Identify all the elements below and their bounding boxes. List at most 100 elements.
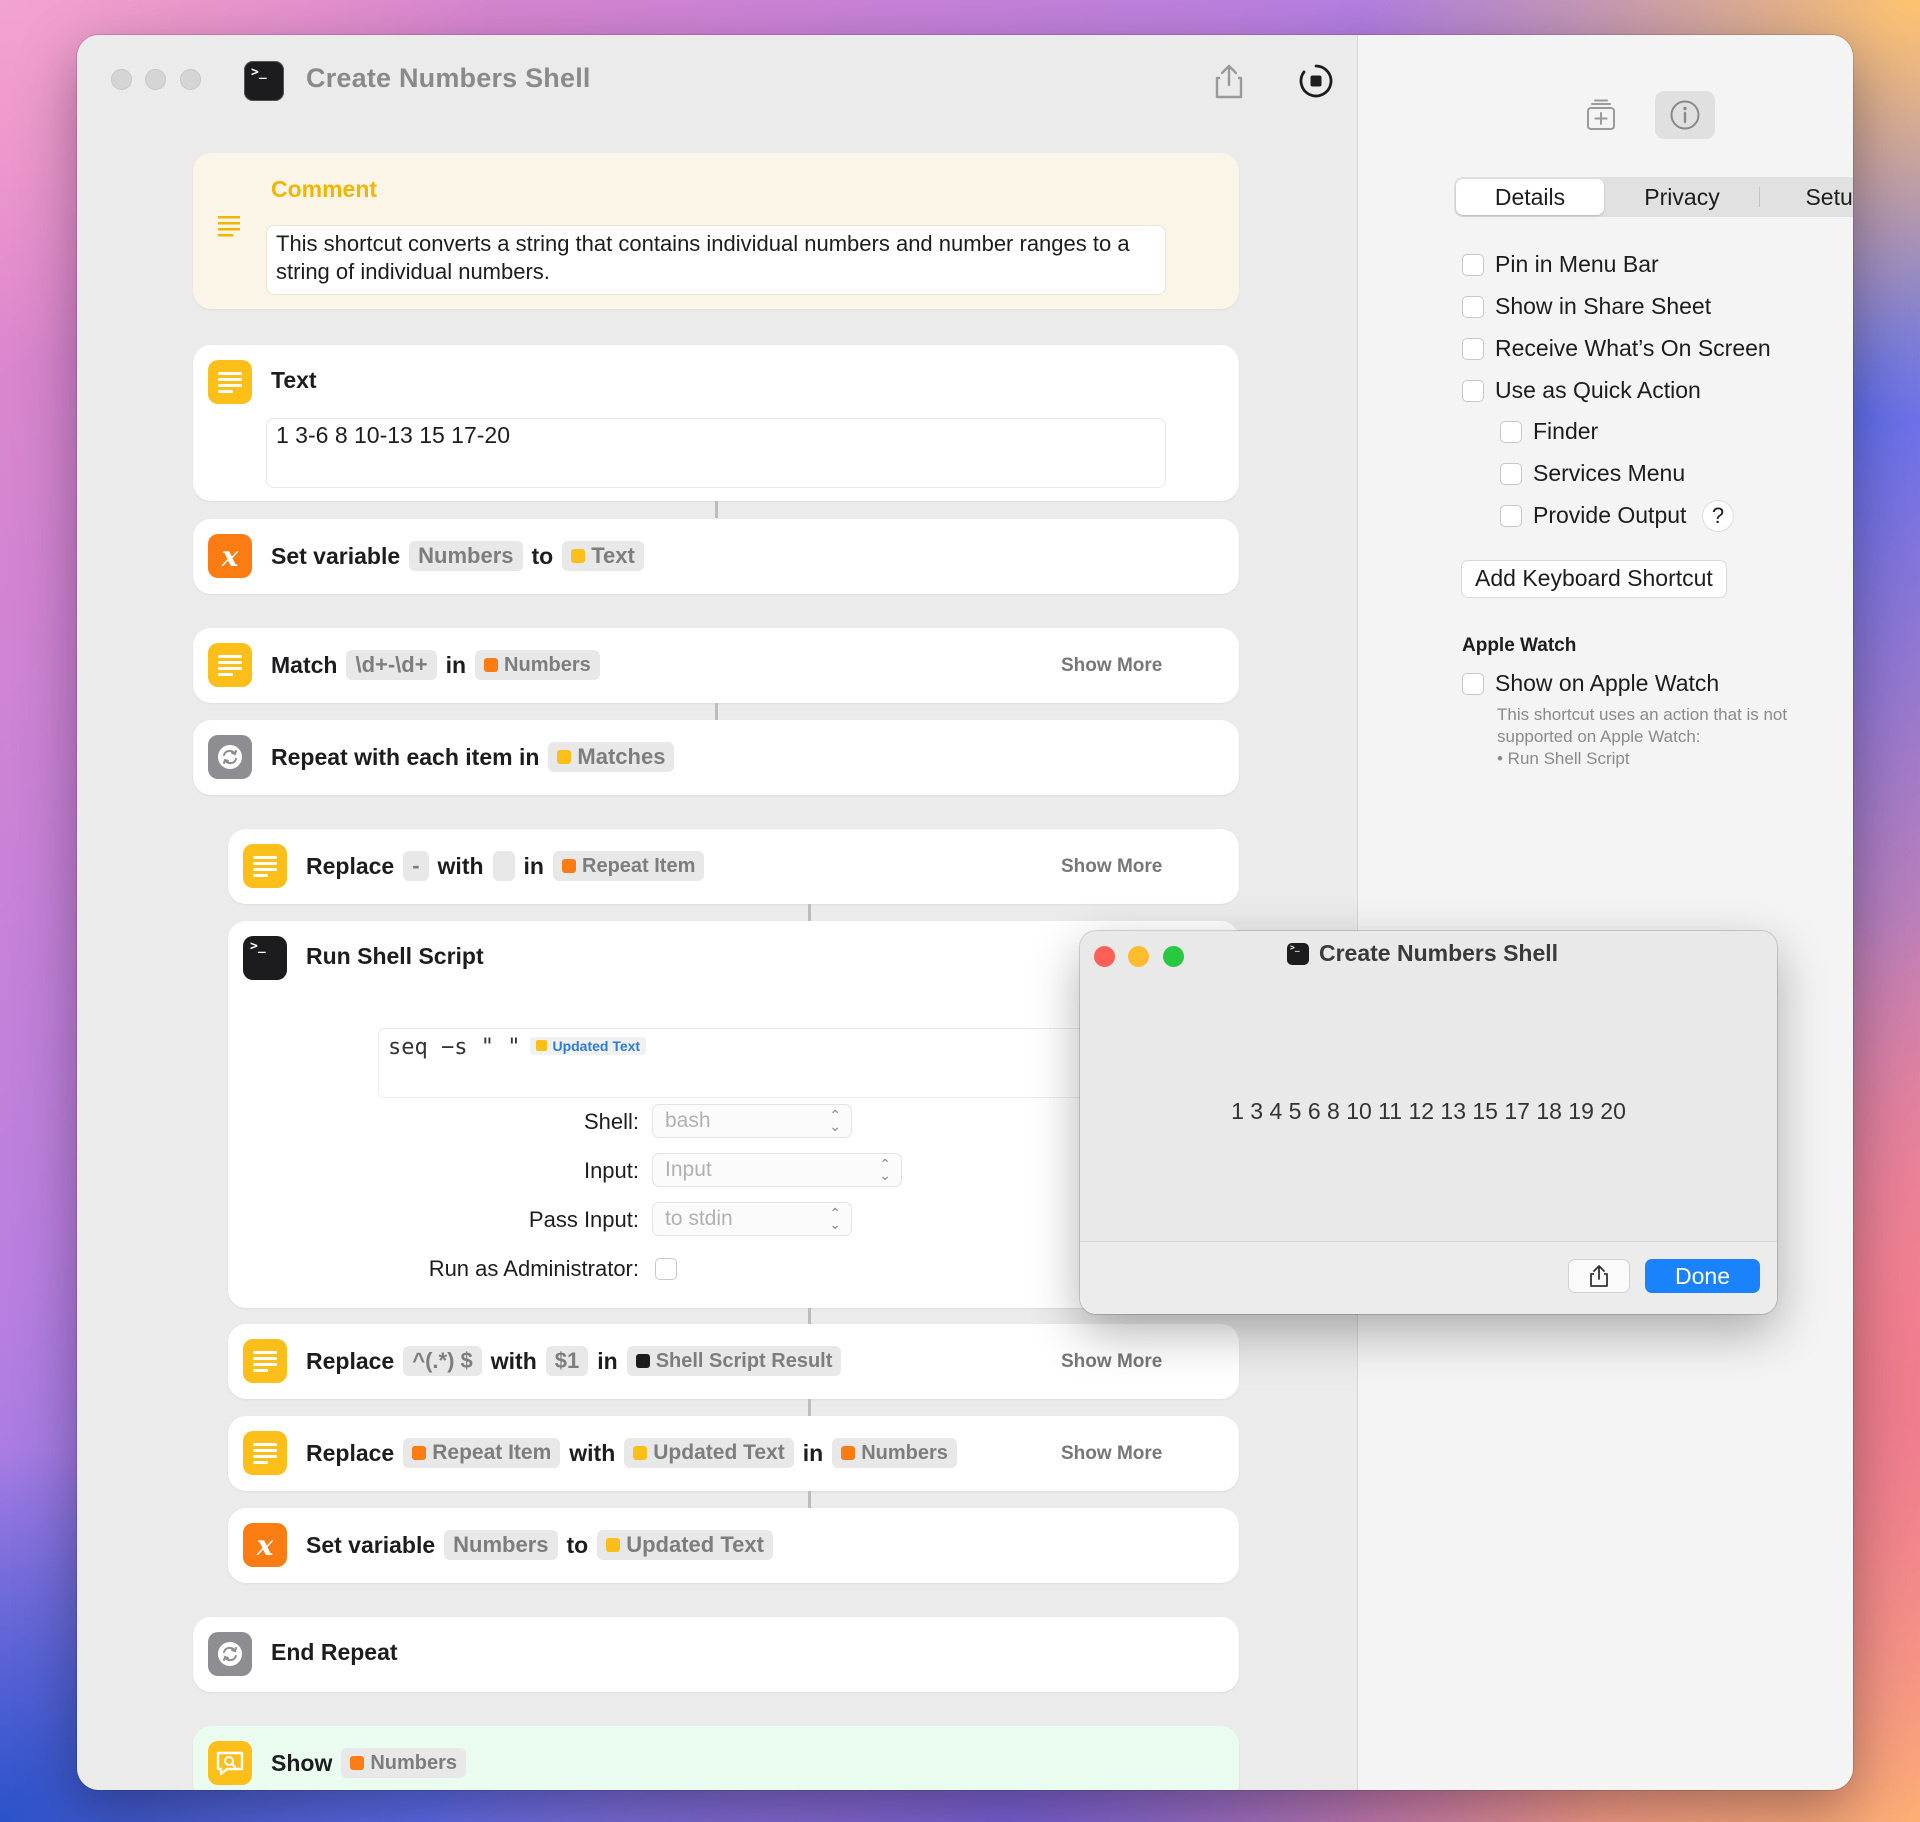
info-button[interactable]	[1655, 91, 1715, 139]
in-label: in	[597, 1347, 618, 1374]
text-token-icon	[571, 549, 586, 563]
tab-privacy[interactable]: Privacy	[1607, 179, 1757, 215]
apple-watch-label: Show on Apple Watch	[1495, 670, 1720, 696]
pass-input-label: Pass Input:	[528, 1207, 639, 1232]
pass-input-popup[interactable]: to stdin ⌃ ⌄	[652, 1202, 852, 1236]
provide-output-checkbox[interactable]	[1500, 505, 1522, 527]
show-more-button[interactable]: Show More	[1061, 856, 1162, 878]
set-variable-label: Set variable	[306, 1531, 436, 1558]
token-label: Repeat Item	[432, 1441, 552, 1464]
token-label: Repeat Item	[582, 854, 696, 877]
tab-details[interactable]: Details	[1456, 179, 1604, 215]
receive-screen-checkbox[interactable]	[1462, 338, 1484, 360]
stop-icon	[1299, 64, 1333, 98]
find-token[interactable]: ^(.*) $	[403, 1346, 482, 1376]
variable-icon: x	[208, 534, 252, 578]
help-button[interactable]: ?	[1703, 501, 1733, 531]
input-value: Input	[665, 1158, 712, 1181]
stop-button[interactable]	[1298, 63, 1334, 105]
show-more-button[interactable]: Show More	[1061, 1443, 1162, 1465]
tab-setup[interactable]: Setup	[1762, 179, 1853, 215]
find-token[interactable]: -	[403, 851, 429, 881]
apple-watch-note: • Run Shell Script	[1497, 749, 1630, 768]
show-more-button[interactable]: Show More	[1061, 1351, 1162, 1373]
numbers-variable-token[interactable]: Numbers	[832, 1438, 957, 1468]
variable-name-token[interactable]: Numbers	[444, 1530, 558, 1560]
shell-result-token[interactable]: Shell Script Result	[626, 1346, 842, 1376]
connector	[808, 1308, 811, 1324]
text-icon	[243, 1339, 287, 1383]
connector	[808, 904, 811, 921]
text-action-title: Text	[271, 367, 317, 393]
repeat-item-token[interactable]: Repeat Item	[403, 1438, 561, 1468]
admin-label: Run as Administrator:	[428, 1256, 639, 1281]
zoom-button[interactable]	[1163, 946, 1184, 967]
comment-icon	[218, 215, 242, 242]
input-label: Input:	[583, 1158, 639, 1183]
zoom-button[interactable]	[180, 69, 201, 90]
share-button[interactable]	[1214, 63, 1244, 105]
text-variable-token[interactable]: Text	[562, 541, 644, 571]
token-label: Updated Text	[626, 1532, 764, 1557]
share-button[interactable]	[1568, 1259, 1630, 1293]
input-popup[interactable]: Input ⌃ ⌄	[652, 1153, 902, 1187]
updated-text-token[interactable]: Updated Text	[530, 1036, 647, 1055]
text-value-field[interactable]: 1 3-6 8 10-13 15 17-20	[266, 418, 1166, 488]
end-repeat-label: End Repeat	[271, 1639, 398, 1665]
match-label: Match	[271, 651, 338, 678]
chevron-updown-icon: ⌃ ⌄	[879, 1156, 891, 1183]
quick-action-checkbox[interactable]	[1462, 380, 1484, 402]
numbers-variable-token[interactable]: Numbers	[475, 650, 600, 680]
script-editor[interactable]: seq −s " " Updated Text	[378, 1028, 1098, 1098]
pin-menu-bar-checkbox[interactable]	[1462, 254, 1484, 276]
pass-input-value: to stdin	[665, 1207, 733, 1230]
pattern-token[interactable]: \d+-\d+	[346, 650, 437, 680]
text-icon	[243, 1431, 287, 1475]
updated-text-token[interactable]: Updated Text	[624, 1438, 794, 1468]
variable-name-token[interactable]: Numbers	[409, 541, 523, 571]
window-title[interactable]: Create Numbers Shell	[306, 63, 591, 94]
services-menu-checkbox[interactable]	[1500, 463, 1522, 485]
result-output: 1 3 4 5 6 8 10 11 12 13 15 17 18 19 20	[1231, 1098, 1626, 1124]
show-more-button[interactable]: Show More	[1061, 655, 1162, 677]
result-title-text: Create Numbers Shell	[1319, 940, 1559, 966]
apple-watch-note: supported on Apple Watch:	[1497, 727, 1701, 746]
numbers-variable-token[interactable]: Numbers	[341, 1748, 467, 1778]
in-label: in	[445, 651, 467, 678]
connector	[808, 1491, 811, 1508]
comment-text-field[interactable]: This shortcut converts a string that con…	[266, 225, 1166, 295]
updated-text-token[interactable]: Updated Text	[597, 1530, 773, 1560]
minimize-button[interactable]	[1128, 946, 1149, 967]
close-button[interactable]	[1094, 946, 1115, 967]
admin-checkbox[interactable]	[655, 1258, 677, 1280]
matches-variable-token[interactable]: Matches	[548, 742, 675, 772]
share-sheet-checkbox[interactable]	[1462, 296, 1484, 318]
replace-label: Replace	[306, 1347, 395, 1374]
info-icon	[1670, 100, 1700, 130]
token-label: Text	[591, 543, 635, 568]
terminal-icon: >_	[244, 61, 284, 101]
finder-checkbox[interactable]	[1500, 421, 1522, 443]
text-token-icon	[536, 1040, 548, 1051]
shell-label: Shell:	[583, 1109, 639, 1134]
replace-with-token[interactable]: $1	[545, 1346, 589, 1376]
token-label: Numbers	[861, 1441, 948, 1464]
quick-action-label: Use as Quick Action	[1495, 377, 1701, 403]
with-label: with	[490, 1347, 537, 1374]
add-keyboard-shortcut-button[interactable]: Add Keyboard Shortcut	[1461, 560, 1727, 598]
repeat-item-token[interactable]: Repeat Item	[553, 851, 705, 881]
variable-token-icon	[350, 1756, 365, 1770]
close-button[interactable]	[111, 69, 132, 90]
add-to-dock-button[interactable]	[1571, 91, 1631, 139]
share-icon	[1590, 1265, 1608, 1287]
apple-watch-heading: Apple Watch	[1462, 635, 1577, 656]
divider	[1759, 187, 1760, 207]
apple-watch-checkbox[interactable]	[1462, 673, 1484, 695]
apple-watch-note: This shortcut uses an action that is not	[1497, 705, 1788, 724]
replace-with-token[interactable]	[492, 851, 515, 881]
minimize-button[interactable]	[145, 69, 166, 90]
shell-popup[interactable]: bash ⌃ ⌄	[652, 1104, 852, 1138]
done-button[interactable]: Done	[1645, 1259, 1760, 1293]
terminal-token-icon	[635, 1354, 650, 1368]
pin-menu-bar-label: Pin in Menu Bar	[1495, 251, 1659, 277]
